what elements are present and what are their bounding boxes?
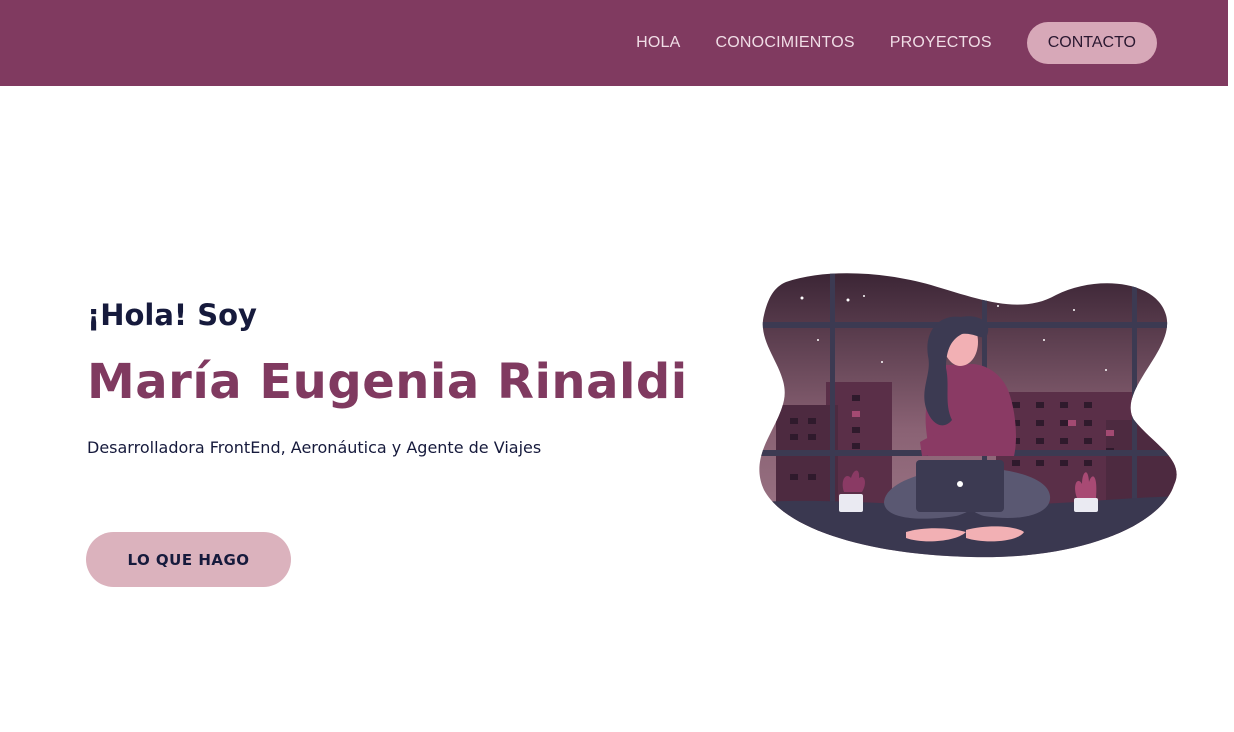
hero-name: María Eugenia Rinaldi: [87, 354, 688, 410]
nav-link-hola[interactable]: HOLA: [636, 34, 680, 52]
hero-greeting: ¡Hola! Soy: [87, 298, 257, 332]
nav-contact-button[interactable]: CONTACTO: [1026, 22, 1157, 64]
woman-with-laptop-night-illustration: [759, 273, 1177, 558]
hero-subtitle: Desarrolladora FrontEnd, Aeronáutica y A…: [87, 438, 542, 457]
nav-link-proyectos[interactable]: PROYECTOS: [890, 34, 992, 52]
main-nav: HOLA CONOCIMIENTOS PROYECTOS CONTACTO: [601, 22, 1157, 64]
hero-section: ¡Hola! Soy María Eugenia Rinaldi Desarro…: [87, 298, 737, 457]
top-navigation-bar: HOLA CONOCIMIENTOS PROYECTOS CONTACTO: [0, 0, 1228, 86]
nav-link-conocimientos[interactable]: CONOCIMIENTOS: [716, 34, 855, 52]
what-i-do-button[interactable]: LO QUE HAGO: [86, 532, 291, 587]
